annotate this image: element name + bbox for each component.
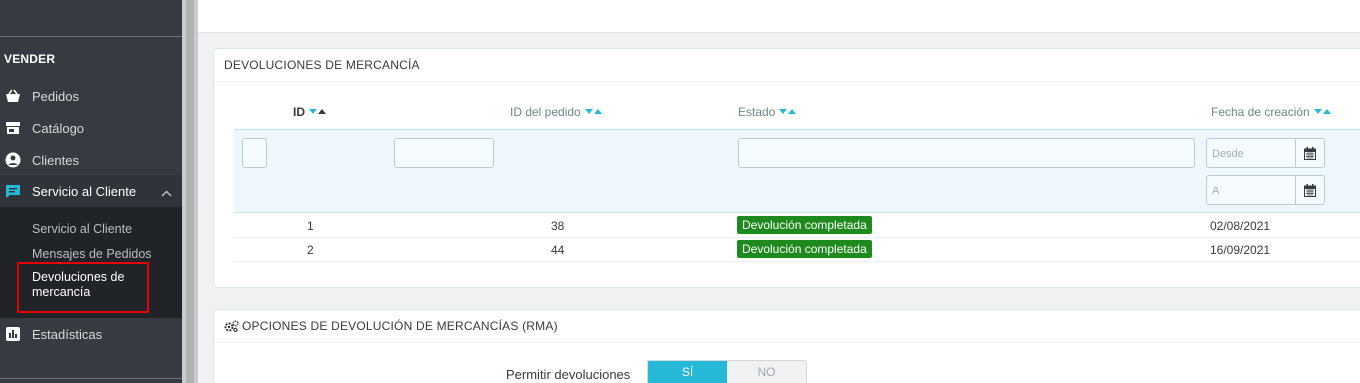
sort-asc-icon[interactable]: [318, 109, 326, 115]
sort-desc-icon[interactable]: [309, 109, 317, 115]
column-header-label: ID: [293, 105, 305, 119]
sidebar-item-clientes[interactable]: Clientes: [0, 144, 182, 176]
sort-icons: [309, 109, 326, 115]
cell-date: 16/09/2021: [1210, 243, 1271, 257]
toggle-no[interactable]: NO: [727, 361, 806, 383]
sidebar-scrollbar[interactable]: [182, 0, 198, 383]
bar-chart-icon: [5, 326, 21, 342]
gears-icon: [224, 320, 239, 332]
sidebar-item-label: Estadísticas: [32, 326, 103, 342]
sidebar-item-catalogo[interactable]: Catálogo: [0, 112, 182, 144]
date-from-input[interactable]: Desde: [1206, 138, 1296, 168]
sidebar-item-label: Servicio al Cliente: [32, 183, 137, 199]
chat-icon: [5, 183, 21, 199]
allow-returns-label: Permitir devoluciones: [506, 367, 631, 382]
sort-desc-icon[interactable]: [1313, 109, 1322, 115]
column-header-status: Estado: [738, 105, 797, 119]
returns-panel: DEVOLUCIONES DE MERCANCÍA ID ID del pedi…: [213, 48, 1360, 288]
sidebar-item-label: Pedidos: [32, 88, 79, 104]
sidebar-subitem-servicio[interactable]: Servicio al Cliente: [32, 222, 132, 236]
column-header-id: ID: [293, 105, 326, 119]
cell-order-id: 44: [551, 243, 565, 257]
cell-id: 2: [307, 243, 314, 257]
chevron-up-icon: [161, 185, 172, 200]
allow-returns-toggle[interactable]: SÍ NO: [647, 360, 807, 383]
sidebar-section-title: VENDER: [4, 52, 56, 66]
column-header-order-id: ID del pedido: [510, 105, 602, 119]
column-header-label: ID del pedido: [510, 105, 581, 119]
status-badge: Devolución completada: [737, 240, 872, 258]
sidebar-subitem-mensajes[interactable]: Mensajes de Pedidos: [32, 247, 152, 261]
scrollbar-thumb[interactable]: [186, 0, 194, 383]
filter-status-input[interactable]: [738, 138, 1195, 168]
basket-icon: [5, 88, 21, 104]
toggle-yes[interactable]: SÍ: [648, 361, 727, 383]
top-header-bar: [198, 0, 1360, 33]
sidebar-item-pedidos[interactable]: Pedidos: [0, 80, 182, 112]
sidebar-item-estadisticas[interactable]: Estadísticas: [0, 318, 182, 350]
cell-id: 1: [307, 219, 314, 233]
calendar-icon[interactable]: [1295, 138, 1325, 168]
highlight-box: [17, 262, 149, 313]
column-header-label: Estado: [738, 105, 776, 119]
status-badge: Devolución completada: [737, 216, 872, 234]
sidebar-divider: [0, 378, 182, 379]
sidebar-item-servicio-al-cliente[interactable]: Servicio al Cliente: [0, 175, 182, 207]
rma-options-panel: OPCIONES DE DEVOLUCIÓN DE MERCANCÍAS (RM…: [213, 309, 1360, 383]
table-row[interactable]: 2 44 Devolución completada 16/09/2021: [234, 238, 1360, 262]
sidebar: VENDER Pedidos Catálogo Clientes Servici…: [0, 0, 182, 383]
rma-options-panel-title: OPCIONES DE DEVOLUCIÓN DE MERCANCÍAS (RM…: [242, 319, 558, 333]
date-to-placeholder: A: [1212, 185, 1220, 197]
store-icon: [5, 120, 21, 136]
cell-date: 02/08/2021: [1210, 219, 1271, 233]
table-row[interactable]: 1 38 Devolución completada 02/08/2021: [234, 214, 1360, 238]
calendar-icon[interactable]: [1295, 175, 1325, 205]
sort-desc-icon[interactable]: [584, 109, 593, 115]
sort-icons: [779, 109, 797, 115]
date-to-input[interactable]: A: [1206, 175, 1296, 205]
date-from-placeholder: Desde: [1212, 148, 1244, 160]
filter-row: Desde A: [234, 129, 1360, 213]
sort-asc-icon[interactable]: [1322, 109, 1331, 115]
column-header-label: Fecha de creación: [1211, 105, 1310, 119]
column-header-date: Fecha de creación: [1211, 105, 1331, 119]
sort-desc-icon[interactable]: [779, 109, 788, 115]
filter-id-input[interactable]: [394, 138, 494, 168]
sidebar-item-label: Clientes: [32, 152, 79, 168]
sort-asc-icon[interactable]: [593, 109, 602, 115]
cell-order-id: 38: [551, 219, 565, 233]
select-all-checkbox[interactable]: [242, 138, 267, 168]
returns-panel-title: DEVOLUCIONES DE MERCANCÍA: [214, 49, 1360, 82]
sort-icons: [1313, 109, 1331, 115]
sidebar-divider: [0, 36, 182, 37]
user-circle-icon: [5, 152, 21, 168]
rma-options-panel-header: OPCIONES DE DEVOLUCIÓN DE MERCANCÍAS (RM…: [214, 310, 1360, 343]
sort-icons: [584, 109, 602, 115]
sort-asc-icon[interactable]: [788, 109, 797, 115]
sidebar-item-label: Catálogo: [32, 120, 85, 136]
